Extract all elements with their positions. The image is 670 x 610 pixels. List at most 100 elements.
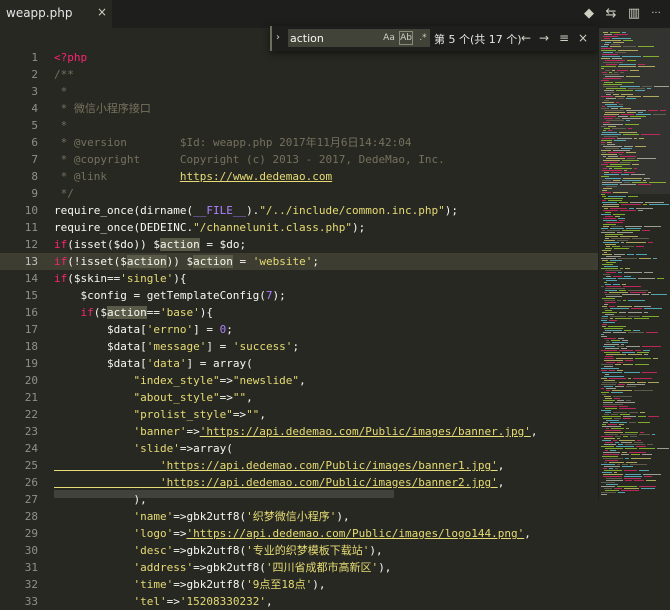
code-token: ); — [272, 289, 286, 302]
code-line[interactable]: 30 'desc'=>gbk2utf8('专业的织梦模板下载站'), — [0, 542, 598, 559]
minimap-line — [615, 96, 625, 97]
minimap-line — [623, 418, 631, 419]
code-line[interactable]: 5 * — [0, 117, 598, 134]
minimap-line — [613, 276, 622, 277]
find-in-selection-icon[interactable]: ≡ — [556, 30, 572, 46]
minimap-line — [609, 306, 615, 307]
minimap-line — [602, 230, 605, 231]
code-line[interactable]: 25 'https://api.dedemao.com/Public/image… — [0, 457, 598, 474]
minimap-line — [643, 56, 659, 57]
minimap-line — [618, 50, 638, 51]
minimap-line — [612, 246, 620, 247]
line-number: 20 — [24, 374, 38, 387]
code-line[interactable]: 29 'logo'=>'https://api.dedemao.com/Publ… — [0, 525, 598, 542]
minimap-line — [631, 454, 640, 455]
whole-word-icon[interactable]: Ab — [399, 31, 413, 45]
minimap-line — [614, 472, 617, 473]
code-line[interactable]: 23 'banner'=>'https://api.dedemao.com/Pu… — [0, 423, 598, 440]
tab-close-icon[interactable]: × — [97, 5, 111, 21]
minimap-line — [618, 258, 637, 259]
minimap-line — [603, 220, 617, 221]
minimap-line — [603, 406, 617, 407]
minimap-line — [606, 280, 617, 281]
code-line[interactable]: 19 $data['data'] = array( — [0, 355, 598, 372]
code-line[interactable]: 28 'name'=>gbk2utf8('织梦微信小程序'), — [0, 508, 598, 525]
code-token: ){ — [199, 306, 213, 319]
minimap-line — [604, 470, 622, 471]
code-token: ($skin== — [67, 272, 121, 285]
minimap-line — [624, 272, 642, 273]
code-line[interactable]: 9 */ — [0, 185, 598, 202]
minimap-line — [604, 300, 615, 301]
code-line[interactable]: 13 if(!isset($action)) $action = 'website… — [0, 253, 598, 270]
code-line[interactable]: 31 'address'=>gbk2utf8('四川省成都市高新区'), — [0, 559, 598, 576]
code-token: 'name' — [54, 510, 174, 523]
code-token: 'https://api.dedemao.com/Public/images/l… — [186, 527, 525, 540]
code-line[interactable]: 7 * @copyright Copyright (c) 2013 - 2017… — [0, 151, 598, 168]
code-line[interactable]: 6 * @version $Id: weapp.php 2017年11月6日14… — [0, 134, 598, 151]
minimap[interactable] — [598, 28, 670, 500]
minimap-line — [602, 312, 617, 313]
open-changes-icon[interactable]: ⇆ — [602, 5, 620, 23]
minimap-line — [631, 308, 642, 309]
minimap-line — [621, 344, 624, 345]
minimap-line — [625, 268, 630, 269]
minimap-line — [606, 390, 610, 391]
previous-match-icon[interactable]: ← — [518, 30, 534, 46]
source-control-icon[interactable]: ◆ — [580, 5, 598, 23]
toggle-replace-icon[interactable]: › — [276, 30, 288, 46]
minimap-line — [606, 484, 618, 485]
code-line[interactable]: 11 require_once(DEDEINC."/channelunit.cla… — [0, 219, 598, 236]
code-line[interactable]: 24 'slide'=>array( — [0, 440, 598, 457]
code-line[interactable]: 16 if($action=='base'){ — [0, 304, 598, 321]
more-actions-icon[interactable]: ··· — [647, 5, 665, 23]
code-line[interactable]: 15 $config = getTemplateConfig(7); — [0, 287, 598, 304]
line-number: 4 — [31, 102, 38, 115]
code-text: * @version $Id: weapp.php 2017年11月6日14:4… — [54, 134, 412, 151]
close-find-icon[interactable]: × — [575, 30, 591, 46]
code-line[interactable]: 4 * 微信小程序接口 — [0, 100, 598, 117]
code-line[interactable]: 2 /** — [0, 66, 598, 83]
code-line[interactable]: 22 "prolist_style"=>"", — [0, 406, 598, 423]
code-line[interactable]: 20 "index_style"=>"newslide", — [0, 372, 598, 389]
minimap-line — [631, 458, 651, 459]
code-text: 'address'=>gbk2utf8('四川省成都市高新区'), — [54, 559, 391, 576]
code-line[interactable]: 21 "about_style"=>"", — [0, 389, 598, 406]
minimap-line — [618, 218, 625, 219]
code-line[interactable]: 32 'time'=>gbk2utf8('9点至18点'), — [0, 576, 598, 593]
minimap-line — [623, 178, 642, 179]
code-editor[interactable]: 1 <?php 2/** 3 * 4 * 微信小程序接口 5 * 6 * @version … — [0, 28, 598, 608]
minimap-line — [638, 112, 643, 113]
minimap-line — [611, 392, 623, 393]
minimap-line — [617, 370, 623, 371]
match-case-icon[interactable]: Aa — [382, 31, 396, 45]
code-line[interactable]: 12 if(isset($do)) $action = $do; — [0, 236, 598, 253]
code-line[interactable]: 18 $data['message'] = 'success'; — [0, 338, 598, 355]
code-line[interactable]: 8 * @link https://www.dedemao.com — [0, 168, 598, 185]
next-match-icon[interactable]: → — [536, 30, 552, 46]
code-token: '15208330232' — [179, 595, 266, 608]
minimap-line — [617, 400, 624, 401]
split-editor-icon[interactable]: ▥ — [625, 5, 643, 23]
code-line[interactable]: 17 $data['errno'] = 0; — [0, 321, 598, 338]
code-line[interactable]: 1 <?php — [0, 49, 598, 66]
tab-weapp-php[interactable]: weapp.php × — [0, 0, 112, 28]
code-token: 'tel' — [54, 595, 167, 608]
minimap-line — [624, 372, 640, 373]
code-line[interactable]: 33 'tel'=>'15208330232', — [0, 593, 598, 610]
minimap-line — [623, 286, 641, 287]
horizontal-scrollbar[interactable] — [54, 490, 394, 498]
code-line[interactable]: 10 require_once(dirname(__FILE__)."/../in… — [0, 202, 598, 219]
minimap-line — [637, 352, 649, 353]
minimap-line — [604, 162, 618, 163]
code-line[interactable]: 26 'https://api.dedemao.com/Public/image… — [0, 474, 598, 491]
regex-icon[interactable]: .* — [416, 31, 430, 45]
minimap-line — [612, 390, 632, 391]
code-line[interactable]: 14 if($skin=='single'){ — [0, 270, 598, 287]
minimap-line — [601, 214, 611, 215]
minimap-line — [642, 316, 659, 317]
code-line[interactable]: 3 * — [0, 83, 598, 100]
minimap-line — [603, 130, 606, 131]
minimap-line — [601, 410, 611, 411]
minimap-line — [606, 480, 623, 481]
